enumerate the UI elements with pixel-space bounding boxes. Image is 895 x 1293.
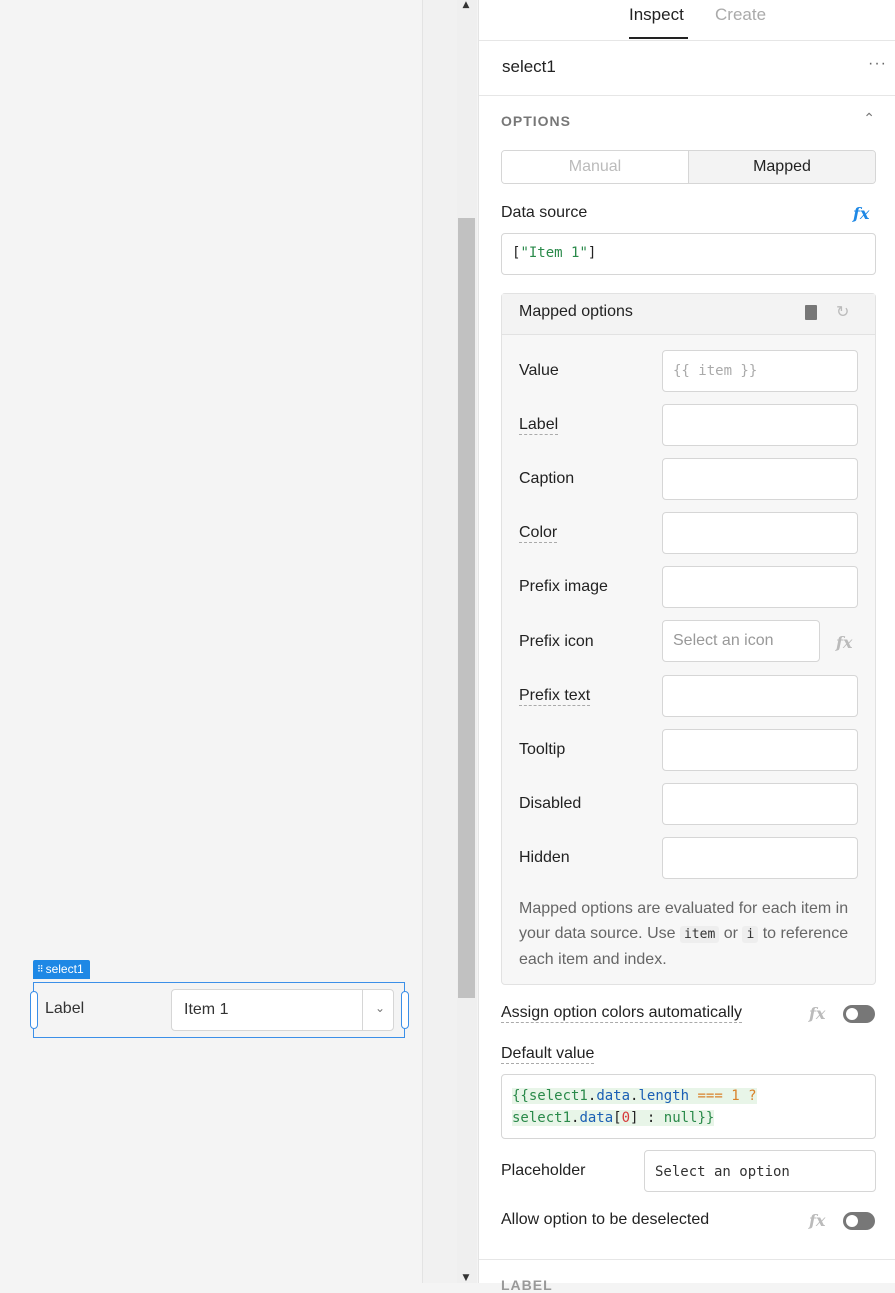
- mapped-options-title: Mapped options: [519, 303, 633, 320]
- active-tab-indicator: [629, 37, 688, 39]
- caption-input[interactable]: [662, 458, 858, 500]
- row-label-prefix-text: Prefix text: [519, 687, 591, 706]
- allow-deselect-label: Allow option to be deselected: [501, 1211, 710, 1228]
- value-input[interactable]: {{ item }}: [662, 350, 858, 392]
- help-text: or: [723, 925, 738, 942]
- row-label-label: Label: [519, 416, 559, 435]
- section-title-label[interactable]: LABEL: [501, 1277, 553, 1293]
- tab-create[interactable]: Create: [715, 5, 766, 25]
- reset-icon[interactable]: ↻: [836, 302, 849, 322]
- row-label-prefix-icon: Prefix icon: [519, 633, 594, 650]
- row-label-prefix-image: Prefix image: [519, 578, 608, 595]
- more-horizontal-icon[interactable]: ···: [868, 55, 887, 73]
- color-input[interactable]: [662, 512, 858, 554]
- section-title-options[interactable]: OPTIONS: [501, 113, 571, 129]
- label-input[interactable]: [662, 404, 858, 446]
- prefix-icon-placeholder: Select an icon: [673, 632, 774, 649]
- select-dropdown[interactable]: Item 1 ⌄: [171, 989, 394, 1031]
- fx-icon[interactable]: fx: [853, 204, 869, 223]
- segment-mapped[interactable]: Mapped: [689, 151, 875, 183]
- row-label-value: Value: [519, 362, 559, 379]
- select-value: Item 1: [184, 1001, 229, 1018]
- divider: [479, 95, 895, 96]
- allow-deselect-toggle[interactable]: [843, 1212, 875, 1230]
- value-placeholder: {{ item }}: [673, 363, 758, 379]
- default-value-input[interactable]: {{select1.data.length === 1 ? select1.da…: [501, 1074, 876, 1139]
- prefix-icon-select[interactable]: Select an icon: [662, 620, 820, 662]
- prefix-image-input[interactable]: [662, 566, 858, 608]
- chevron-up-icon[interactable]: ⌃: [863, 110, 875, 127]
- options-mode-toggle[interactable]: Manual Mapped: [501, 150, 876, 184]
- mapped-options-header: Mapped options ↻: [502, 294, 875, 335]
- scrollbar-thumb[interactable]: [458, 218, 475, 998]
- resize-handle-left[interactable]: [30, 991, 38, 1029]
- data-source-label: Data source: [501, 204, 588, 221]
- canvas-gutter: [423, 0, 457, 1283]
- mapped-options-help: Mapped options are evaluated for each it…: [519, 896, 849, 972]
- select-label: Label: [45, 1000, 85, 1017]
- default-value-label: Default value: [501, 1045, 595, 1064]
- resize-handle-right[interactable]: [401, 991, 409, 1029]
- book-icon[interactable]: [805, 305, 817, 320]
- component-name[interactable]: select1: [502, 57, 556, 77]
- assign-colors-label: Assign option colors automatically: [501, 1004, 743, 1023]
- tooltip-input[interactable]: [662, 729, 858, 771]
- fx-icon[interactable]: fx: [836, 633, 852, 652]
- segment-manual[interactable]: Manual: [502, 151, 689, 183]
- disabled-input[interactable]: [662, 783, 858, 825]
- chevron-down-icon[interactable]: ⌄: [375, 1001, 385, 1015]
- inspector-panel: Inspect Create select1 ··· OPTIONS ⌃ Man…: [478, 0, 895, 1293]
- row-label-caption: Caption: [519, 470, 575, 487]
- assign-colors-toggle[interactable]: [843, 1005, 875, 1023]
- row-label-tooltip: Tooltip: [519, 741, 566, 758]
- placeholder-label: Placeholder: [501, 1162, 586, 1179]
- data-source-input[interactable]: ["Item 1"]: [501, 233, 876, 275]
- canvas: [0, 0, 422, 1283]
- hidden-input[interactable]: [662, 837, 858, 879]
- row-label-disabled: Disabled: [519, 795, 582, 812]
- component-tag-label: select1: [45, 962, 84, 976]
- tab-bar: Inspect Create: [479, 0, 895, 41]
- row-label-color: Color: [519, 524, 558, 543]
- select-separator: [362, 990, 363, 1030]
- component-tag[interactable]: ⠿ select1: [33, 960, 90, 979]
- fx-icon[interactable]: fx: [809, 1211, 825, 1230]
- tab-inspect[interactable]: Inspect: [629, 5, 684, 25]
- placeholder-input[interactable]: Select an option: [644, 1150, 876, 1192]
- code-item: item: [679, 926, 720, 943]
- drag-handle-icon[interactable]: ⠿: [37, 960, 44, 979]
- code-i: i: [742, 926, 759, 943]
- row-label-hidden: Hidden: [519, 849, 570, 866]
- scroll-up-arrow-icon[interactable]: ▲: [460, 0, 472, 10]
- mapped-options-panel: Mapped options ↻ Value {{ item }} Label …: [501, 293, 876, 985]
- divider: [479, 1259, 895, 1260]
- scroll-down-arrow-icon[interactable]: ▼: [460, 1273, 472, 1283]
- prefix-text-input[interactable]: [662, 675, 858, 717]
- fx-icon[interactable]: fx: [809, 1004, 825, 1023]
